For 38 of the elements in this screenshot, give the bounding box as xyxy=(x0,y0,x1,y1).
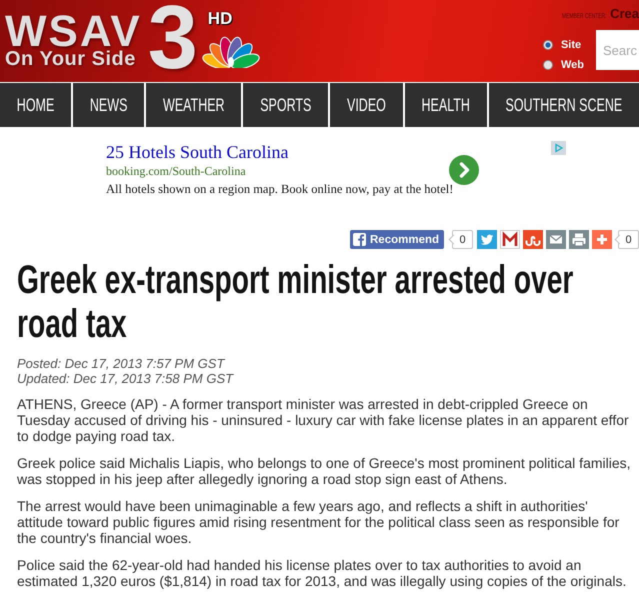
radio-button[interactable] xyxy=(542,40,553,50)
radio-label: Web xyxy=(560,59,584,71)
nav-link[interactable]: WEATHER xyxy=(144,83,242,127)
nav-link[interactable]: VIDEO xyxy=(328,83,403,127)
email-icon[interactable] xyxy=(546,230,566,249)
updated-date: Updated: Dec 17, 2013 7:58 PM GST xyxy=(17,371,234,386)
article-paragraph: Police said the 62-year-old had handed his license plates over to tax authorities to avoid an estimated 1,320 euros ($1,814) in road tax for 2013, and was illegally using copies of the originals. xyxy=(17,557,628,589)
radio-button[interactable] xyxy=(542,60,553,70)
m-letter-icon[interactable] xyxy=(500,230,520,249)
ad-info-icon[interactable] xyxy=(551,141,566,155)
article-headline: Greek ex-transport minister arrested over road tax xyxy=(17,258,574,346)
search-field[interactable]: Searc xyxy=(596,30,639,70)
share-count: 0 xyxy=(613,230,639,249)
recommend-button[interactable]: Recommend xyxy=(350,230,444,249)
nav-link[interactable]: SOUTHERN SCENE xyxy=(486,83,639,127)
su-logo-icon[interactable] xyxy=(523,230,543,249)
posted-date: Posted: Dec 17, 2013 7:57 PM GST xyxy=(17,356,224,371)
article-paragraph: ATHENS, Greece (AP) - A former transport minister was arrested in debt-crippled Greece on Tuesday accused of driving his - uninsured - luxury car with fake license plates in an apparent effor to dodge paying road tax. xyxy=(17,396,630,444)
logo-channel-number: 3 xyxy=(148,3,198,73)
nav-link[interactable]: HOME xyxy=(0,83,72,127)
f-logo-icon xyxy=(353,233,366,246)
ad-title-link[interactable]: 25 Hotels South Carolina xyxy=(106,142,288,162)
nav-link[interactable]: NEWS xyxy=(71,83,144,127)
bird-icon[interactable] xyxy=(477,230,497,249)
article-paragraph: The arrest would have been unimaginable a few years ago, and reflects a shift in authorities' attitude toward public figures amid rising resentment for the political class seen as responsible for the country's financial woes. xyxy=(17,498,620,546)
logo-tagline: On Your Side xyxy=(5,50,136,68)
nav-link[interactable]: SPORTS xyxy=(241,83,328,127)
hd-label: HD xyxy=(208,11,232,27)
article-paragraph: Greek police said Michalis Liapis, who belongs to one of Greece's most prominent political families, was stopped in his jeep after allegedly ignoring a road stop sign east of Athens. xyxy=(17,455,632,487)
share-count: 0 xyxy=(447,230,473,249)
radio-label: Site xyxy=(560,39,582,51)
plus-icon[interactable] xyxy=(592,230,612,249)
print-icon[interactable] xyxy=(569,230,589,249)
ad-description: All hotels shown on a region map. Book online now, pay at the hotel! xyxy=(106,181,454,198)
nav-link[interactable]: HEALTH xyxy=(402,83,487,127)
logo-wordmark: WSAV xyxy=(5,13,142,50)
chevron-circle-icon[interactable] xyxy=(449,155,479,185)
ad-url-link[interactable]: booking.com/South-Carolina xyxy=(106,162,246,180)
